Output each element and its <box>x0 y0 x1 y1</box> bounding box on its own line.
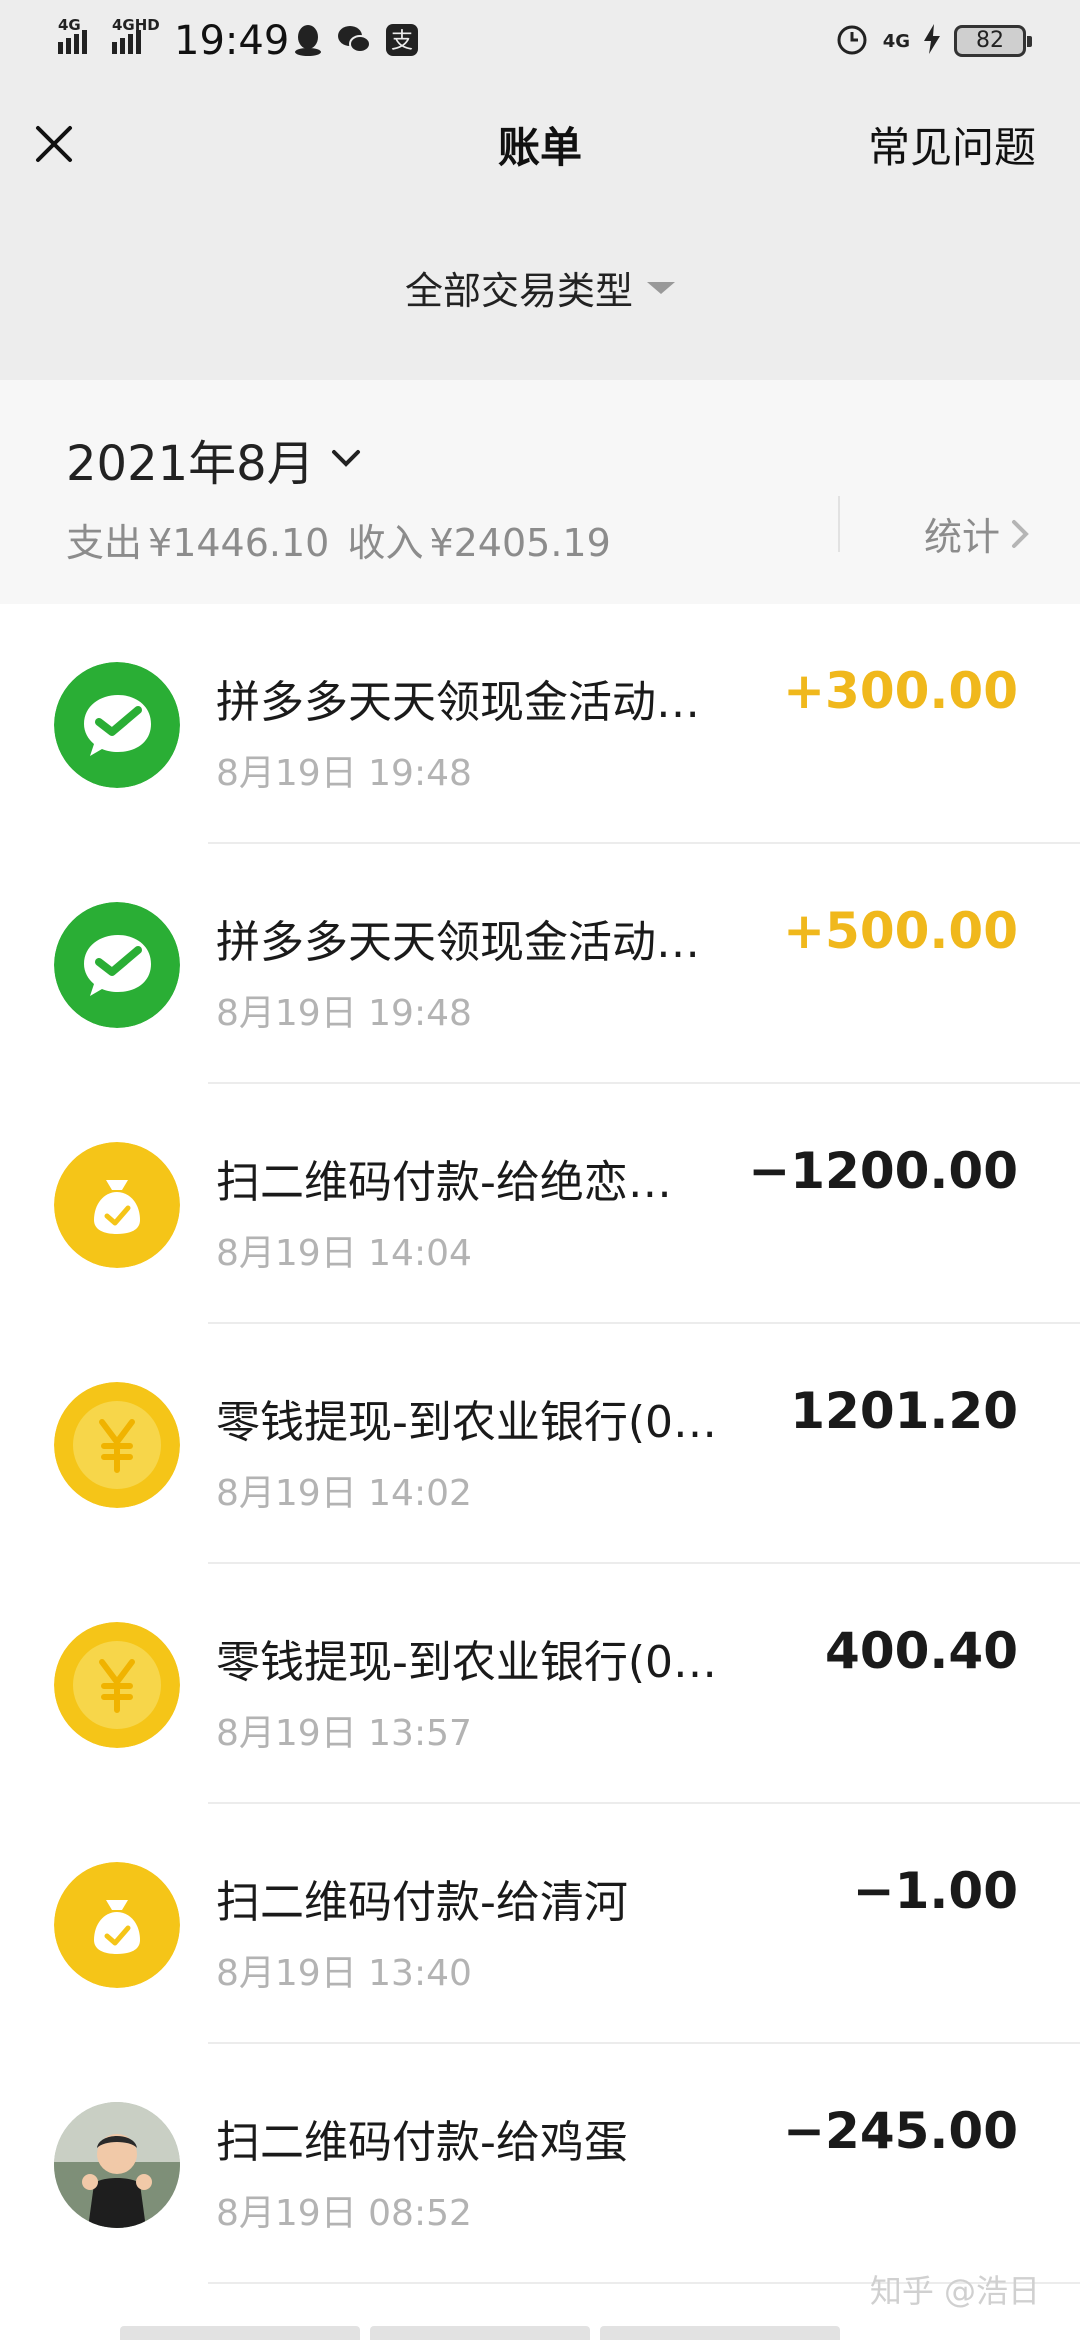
signal-icon: 4G <box>58 16 87 54</box>
caret-down-icon <box>647 281 675 294</box>
transaction-row[interactable]: 扫二维码付款-给绝恋… 8月19日 14:04 −1200.00 <box>0 1084 1080 1324</box>
charging-icon <box>924 24 940 58</box>
watermark: 知乎 @浩日 <box>869 2272 1040 2310</box>
transaction-title: 扫二维码付款-给清河 <box>216 1877 628 1928</box>
income-value: ¥2405.19 <box>429 521 611 565</box>
alarm-icon <box>835 22 869 60</box>
network-icon: 4G <box>882 30 910 52</box>
stats-label: 统计 <box>923 515 1000 559</box>
filter-label: 全部交易类型 <box>404 269 633 313</box>
stats-button[interactable]: 统计 <box>924 506 1030 561</box>
transaction-row[interactable]: 扫二维码付款-给鸡蛋 8月19日 08:52 −245.00 <box>0 2044 1080 2284</box>
transaction-row[interactable]: 零钱提现-到农业银行(0… 8月19日 14:02 1201.20 <box>0 1324 1080 1564</box>
avatar <box>54 2102 180 2228</box>
transaction-amount: −245.00 <box>783 2102 1018 2160</box>
yuan-coin-icon <box>54 1622 180 1748</box>
income-label: 收入 <box>347 521 424 565</box>
transaction-title: 扫二维码付款-给绝恋… <box>216 1157 672 1208</box>
chevron-right-icon <box>1012 519 1029 548</box>
chevron-down-icon <box>331 450 360 467</box>
qq-icon <box>290 22 326 58</box>
transaction-amount: 1201.20 <box>790 1382 1018 1440</box>
transaction-title: 拼多多天天领现金活动… <box>216 677 700 728</box>
status-bar: 4G 4GHD 19:49 支 4G 82 <box>0 0 1080 84</box>
signal-icon: 4GHD <box>112 16 160 54</box>
transaction-title: 扫二维码付款-给鸡蛋 <box>216 2117 628 2168</box>
wechat-icon <box>336 22 372 58</box>
filter-bar: 全部交易类型 <box>0 204 1080 380</box>
wechat-icon <box>54 902 180 1028</box>
transaction-title: 零钱提现-到农业银行(0… <box>216 1637 718 1688</box>
transaction-time: 8月19日 14:02 <box>216 1473 472 1514</box>
yuan-coin-icon <box>54 1382 180 1508</box>
expense-label: 支出 <box>66 521 143 565</box>
transaction-time: 8月19日 19:48 <box>216 993 472 1034</box>
transaction-row[interactable]: 零钱提现-到农业银行(0… 8月19日 13:57 400.40 <box>0 1564 1080 1804</box>
money-bag-icon <box>54 1862 180 1988</box>
transaction-row[interactable]: 拼多多天天领现金活动… 8月19日 19:48 +300.00 <box>0 604 1080 844</box>
next-row-peek <box>0 2326 1080 2340</box>
transaction-row[interactable]: 扫二维码付款-给清河 8月19日 13:40 −1.00 <box>0 1804 1080 2044</box>
transaction-time: 8月19日 13:40 <box>216 1953 472 1994</box>
transaction-amount: 400.40 <box>825 1622 1018 1680</box>
transaction-title: 拼多多天天领现金活动… <box>216 917 700 968</box>
wechat-icon <box>54 662 180 788</box>
transaction-type-filter[interactable]: 全部交易类型 <box>0 260 1080 315</box>
month-label: 2021年8月 <box>66 436 315 492</box>
transaction-row[interactable]: 拼多多天天领现金活动… 8月19日 19:48 +500.00 <box>0 844 1080 1084</box>
nav-header: 账单 常见问题 <box>0 84 1080 204</box>
clock: 19:49 <box>174 18 290 64</box>
transaction-amount: −1.00 <box>852 1862 1018 1920</box>
battery-icon: 82 <box>954 25 1032 57</box>
transaction-amount: +500.00 <box>783 902 1018 960</box>
transaction-time: 8月19日 08:52 <box>216 2193 472 2234</box>
transaction-title: 零钱提现-到农业银行(0… <box>216 1397 718 1448</box>
transaction-amount: −1200.00 <box>748 1142 1018 1200</box>
alipay-icon: 支 <box>384 22 420 58</box>
svg-text:支: 支 <box>391 29 413 54</box>
expense-value: ¥1446.10 <box>148 521 330 565</box>
transaction-time: 8月19日 14:04 <box>216 1233 472 1274</box>
summary-totals: 支出 ¥1446.10 收入 ¥2405.19 <box>66 512 617 567</box>
transaction-time: 8月19日 19:48 <box>216 753 472 794</box>
faq-link[interactable]: 常见问题 <box>868 114 1036 175</box>
transaction-time: 8月19日 13:57 <box>216 1713 472 1754</box>
transaction-amount: +300.00 <box>783 662 1018 720</box>
divider <box>838 496 840 552</box>
month-selector[interactable]: 2021年8月 <box>66 424 363 494</box>
money-bag-icon <box>54 1142 180 1268</box>
transaction-list: 拼多多天天领现金活动… 8月19日 19:48 +300.00 拼多多天天领现金… <box>0 604 1080 2284</box>
month-summary: 2021年8月 支出 ¥1446.10 收入 ¥2405.19 统计 <box>0 380 1080 604</box>
